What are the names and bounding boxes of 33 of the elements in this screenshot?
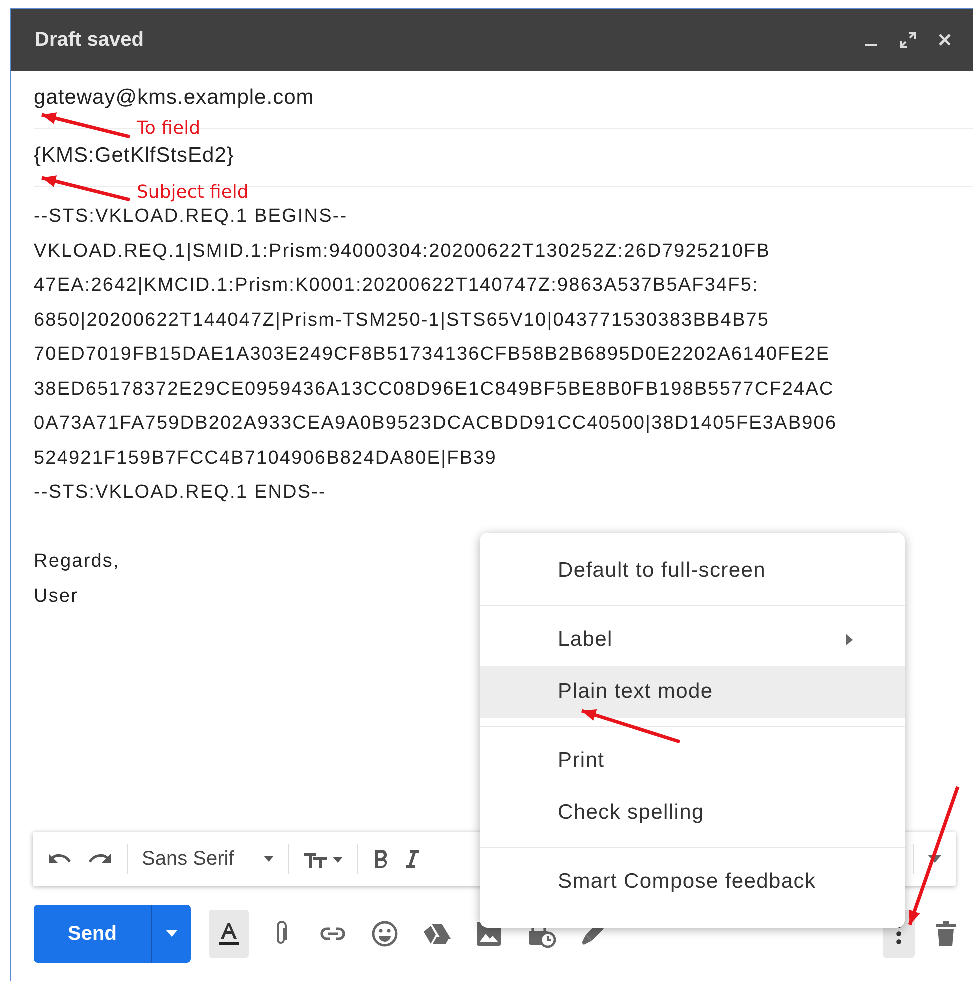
formatting-options-button[interactable]: [209, 910, 249, 958]
menu-item[interactable]: Check spelling: [480, 787, 905, 839]
menu-item[interactable]: Print: [480, 735, 905, 787]
message-line: 47EA:2642|KMCID.1:Prism:K0001:20200622T140747Z:9863A537B5AF34F5:: [34, 274, 759, 298]
signature-line: User: [34, 584, 79, 608]
smiley-icon: [371, 920, 399, 948]
caret-icon[interactable]: [928, 855, 942, 863]
message-line: --STS:VKLOAD.REQ.1 ENDS--: [34, 481, 326, 505]
send-button[interactable]: Send: [34, 904, 191, 962]
close-icon[interactable]: [937, 32, 953, 48]
caret-icon[interactable]: [166, 930, 178, 937]
message-line: 70ED7019FB15DAE1A303E249CF8B51734136CFB58B2B6895D0E2202A6140FE2E: [34, 343, 830, 367]
signature-line: Regards,: [34, 550, 120, 574]
submenu-arrow-icon: [846, 634, 853, 646]
menu-item[interactable]: Plain text mode: [480, 666, 905, 718]
message-line: --STS:VKLOAD.REQ.1 BEGINS--: [34, 205, 348, 229]
trash-icon[interactable]: [935, 920, 957, 946]
menu-item[interactable]: Smart Compose feedback: [480, 856, 905, 908]
italic-icon[interactable]: [404, 848, 420, 870]
window-title: Draft saved: [35, 28, 145, 52]
caret-icon: [264, 856, 274, 862]
message-line: 6850|20200622T144047Z|Prism-TSM250-1|STS65V10|043771530383BB4B75: [34, 308, 770, 332]
menu-item[interactable]: Label: [480, 614, 905, 666]
message-line: VKLOAD.REQ.1|SMID.1:Prism:94000304:20200622T130252Z:26D7925210FB: [34, 240, 771, 264]
menu-item[interactable]: Default to full-screen: [480, 545, 905, 597]
expand-icon[interactable]: [899, 31, 917, 49]
message-line: 524921F159B7FCC4B7104906B824DA80E|FB39: [34, 446, 497, 470]
font-dropdown[interactable]: Sans Serif: [142, 848, 274, 870]
message-line: 38ED65178372E29CE0959436A13CC08D96E1C849BF5BE8B0FB198B5577CF24AC: [34, 378, 834, 402]
message-line: 0A73A71FA759DB202A933CEA9A0B9523DCACBDD91CC40500|38D1405FE3AB906: [34, 412, 838, 436]
drive-icon: [423, 922, 451, 946]
link-icon: [319, 926, 347, 942]
text-color-icon: [217, 920, 241, 946]
